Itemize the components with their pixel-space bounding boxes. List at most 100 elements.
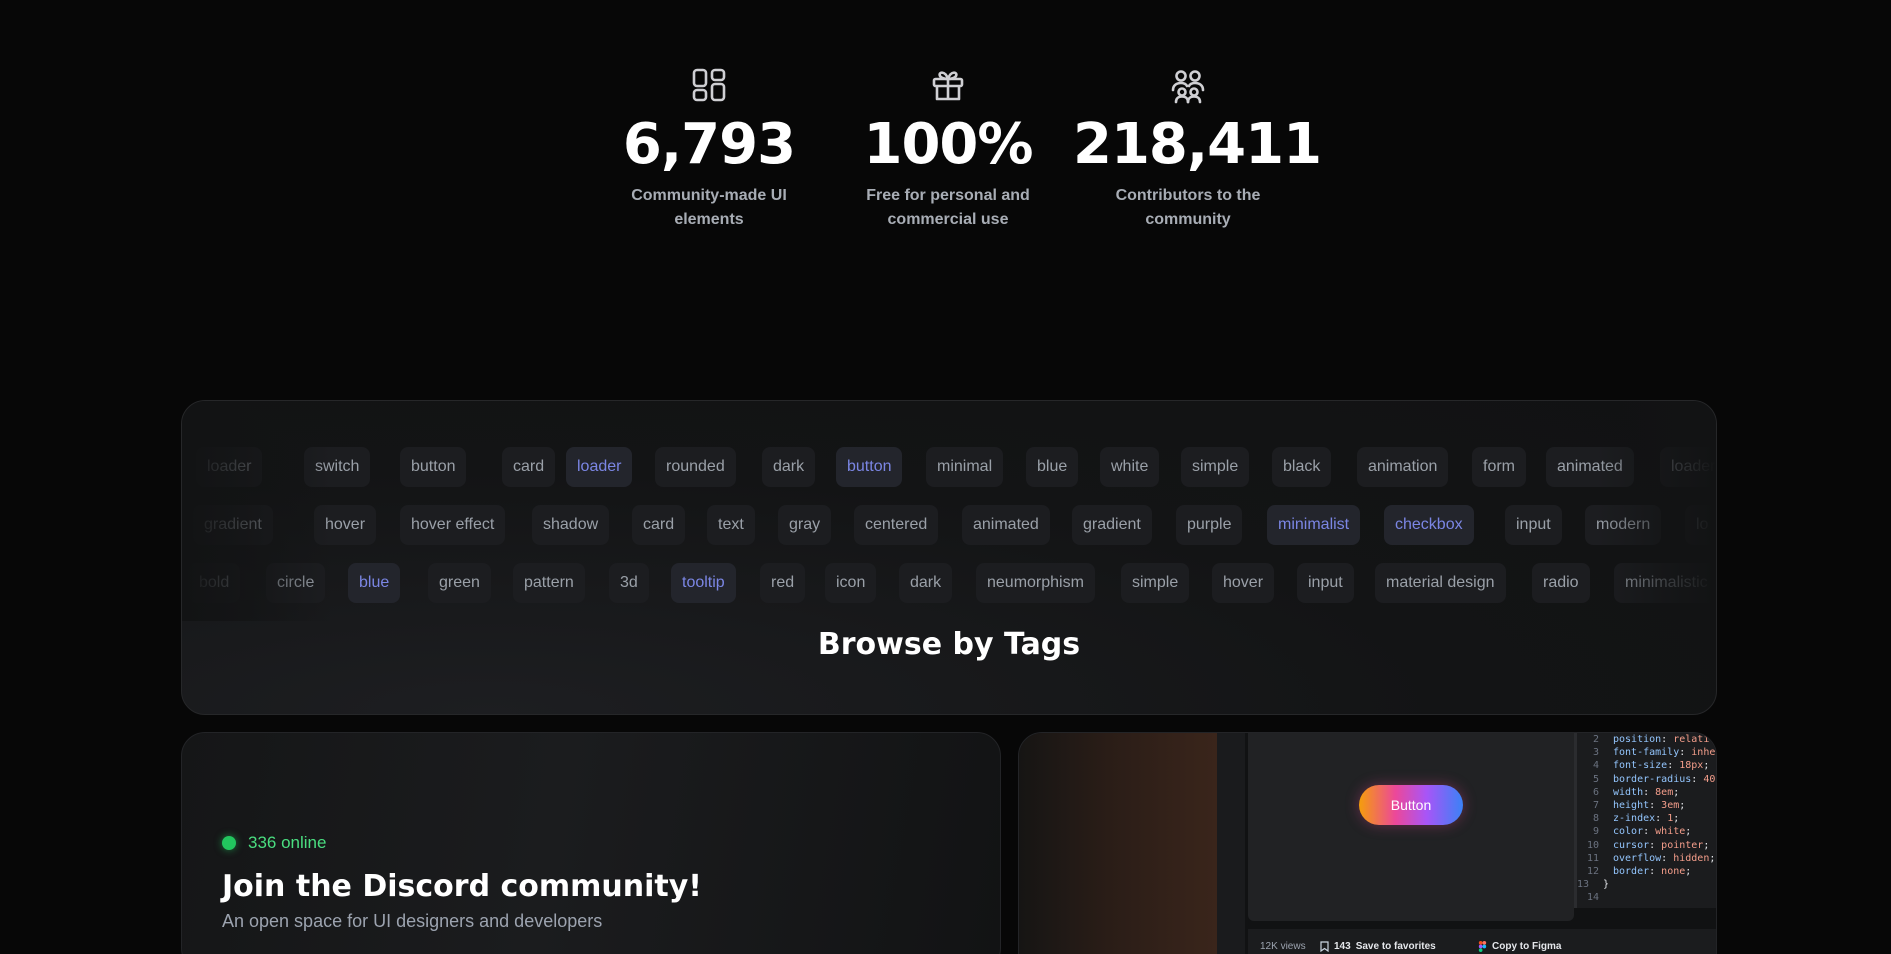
favorites-label: Save to favorites xyxy=(1355,941,1436,952)
line-number: 9 xyxy=(1592,826,1599,838)
tag-simple[interactable]: simple xyxy=(1181,447,1250,487)
copy-figma-button[interactable]: Copy to Figma xyxy=(1478,941,1561,952)
tag-minimal[interactable]: minimal xyxy=(926,447,1004,487)
tag-lo[interactable]: lo xyxy=(1685,505,1716,545)
tag-loader[interactable]: loader xyxy=(566,447,633,487)
online-dot-icon xyxy=(222,836,236,850)
online-count: 336 online xyxy=(248,833,327,852)
css-value: inherit xyxy=(1691,747,1716,759)
code-line: 4 font-size: 18px; xyxy=(1577,759,1716,772)
code-editor[interactable]: 2position: relative;3font-family: inheri… xyxy=(1574,733,1717,908)
css-value: none xyxy=(1661,865,1686,877)
browse-tags-panel[interactable]: loader switch button card loader rounded… xyxy=(181,400,1717,715)
stat-value: 6,793 xyxy=(622,112,796,177)
css-property: border xyxy=(1613,865,1650,877)
tag-card[interactable]: card xyxy=(632,505,686,545)
line-number: 4 xyxy=(1592,760,1599,772)
tag-radio[interactable]: radio xyxy=(1532,563,1590,603)
code-line: 13} xyxy=(1577,878,1716,891)
code-line: 9 color: white; xyxy=(1577,825,1716,838)
tag-blue[interactable]: blue xyxy=(348,563,401,603)
browse-tags-title[interactable]: Browse by Tags xyxy=(182,627,1716,662)
tag-material-design[interactable]: material design xyxy=(1375,563,1506,603)
tag-icon[interactable]: icon xyxy=(825,563,877,603)
stat-label: Free for personal and commercial use xyxy=(866,187,1030,228)
discord-card[interactable]: 336 online Join the Discord community! A… xyxy=(181,732,1001,954)
css-property: font-size xyxy=(1613,760,1668,772)
css-property: z-index xyxy=(1613,813,1656,825)
preview-stage: Button xyxy=(1248,733,1574,921)
line-number: 3 xyxy=(1592,747,1599,759)
tag-hover-effect[interactable]: hover effect xyxy=(400,505,506,545)
css-value: 18px xyxy=(1679,760,1704,772)
tag-blue[interactable]: blue xyxy=(1026,447,1079,487)
tag-animated[interactable]: animated xyxy=(1546,447,1634,487)
code-line: 12 border: none; xyxy=(1577,865,1716,878)
line-number: 8 xyxy=(1592,813,1599,825)
tag-animated[interactable]: animated xyxy=(962,505,1050,545)
code-brace: } xyxy=(1603,879,1610,891)
tag-circle[interactable]: circle xyxy=(266,563,326,603)
tag-loader[interactable]: loader xyxy=(1660,447,1716,487)
views-count: 12K views xyxy=(1260,941,1306,952)
tag-card[interactable]: card xyxy=(502,447,556,487)
code-line: 2position: relative; xyxy=(1577,733,1717,746)
tag-form[interactable]: form xyxy=(1472,447,1526,487)
tag-pattern[interactable]: pattern xyxy=(513,563,585,603)
tag-row: bold circle blue green pattern 3d toolti… xyxy=(182,563,1716,603)
tag-gray[interactable]: gray xyxy=(778,505,832,545)
tag-white[interactable]: white xyxy=(1100,447,1160,487)
tag-animation[interactable]: animation xyxy=(1357,447,1449,487)
stat-label: Community-made UI elements xyxy=(631,187,787,228)
tag-hover[interactable]: hover xyxy=(314,505,377,545)
tag-minimalistic[interactable]: minimalistic xyxy=(1614,563,1716,603)
tag-rounded[interactable]: rounded xyxy=(655,447,736,487)
tag-red[interactable]: red xyxy=(760,563,806,603)
preview-toolbar: 12K views 143 Save to favorites Copy to … xyxy=(1248,929,1716,954)
bookmark-icon xyxy=(1320,941,1329,952)
tag-input[interactable]: input xyxy=(1297,563,1354,603)
code-line: 10 cursor: pointer; xyxy=(1577,839,1716,852)
figma-icon xyxy=(1478,941,1487,952)
stat-contributors: 218,411 Contributors to the community xyxy=(1073,62,1322,232)
tag-neumorphism[interactable]: neumorphism xyxy=(976,563,1095,603)
tag-checkbox[interactable]: checkbox xyxy=(1384,505,1474,545)
tag-gradient[interactable]: gradient xyxy=(193,505,273,545)
tag-switch[interactable]: switch xyxy=(304,447,371,487)
tag-purple[interactable]: purple xyxy=(1176,505,1243,545)
css-property: border-radius xyxy=(1613,773,1692,785)
tag-gradient[interactable]: gradient xyxy=(1072,505,1152,545)
stats-section: 6,793 Community-made UI elements 100% Fr… xyxy=(0,62,1891,262)
element-preview-card[interactable]: Button 2position: relative;3font-family:… xyxy=(1018,732,1717,954)
tag-dark[interactable]: dark xyxy=(899,563,953,603)
tag-loader[interactable]: loader xyxy=(196,447,263,487)
tag-hover[interactable]: hover xyxy=(1212,563,1275,603)
tag-input[interactable]: input xyxy=(1505,505,1562,545)
line-number: 2 xyxy=(1592,734,1599,745)
line-number: 10 xyxy=(1586,839,1599,851)
css-value: relative xyxy=(1673,734,1717,745)
css-value: 3em xyxy=(1661,799,1680,811)
tag-black[interactable]: black xyxy=(1272,447,1332,487)
tag-text[interactable]: text xyxy=(707,505,755,545)
tag-shadow[interactable]: shadow xyxy=(532,505,610,545)
save-favorites-button[interactable]: 143 Save to favorites xyxy=(1320,941,1436,952)
tag-minimalist[interactable]: minimalist xyxy=(1267,505,1361,545)
tag-tooltip[interactable]: tooltip xyxy=(671,563,736,603)
code-line: 3font-family: inherit; xyxy=(1577,746,1716,759)
tag-button[interactable]: button xyxy=(836,447,903,487)
gradient-demo-button[interactable]: Button xyxy=(1359,785,1463,825)
line-number: 14 xyxy=(1586,892,1599,904)
tag-button[interactable]: button xyxy=(400,447,467,487)
line-number: 12 xyxy=(1586,865,1599,877)
favorites-count: 143 xyxy=(1334,941,1351,952)
tag-dark[interactable]: dark xyxy=(762,447,816,487)
discord-subtitle: An open space for UI designers and devel… xyxy=(222,911,603,931)
tag-centered[interactable]: centered xyxy=(854,505,939,545)
tag-simple[interactable]: simple xyxy=(1121,563,1190,603)
tag-3d[interactable]: 3d xyxy=(609,563,649,603)
discord-title: Join the Discord community! xyxy=(222,869,702,904)
tag-bold[interactable]: bold xyxy=(188,563,241,603)
tag-modern[interactable]: modern xyxy=(1585,505,1662,545)
tag-green[interactable]: green xyxy=(428,563,491,603)
